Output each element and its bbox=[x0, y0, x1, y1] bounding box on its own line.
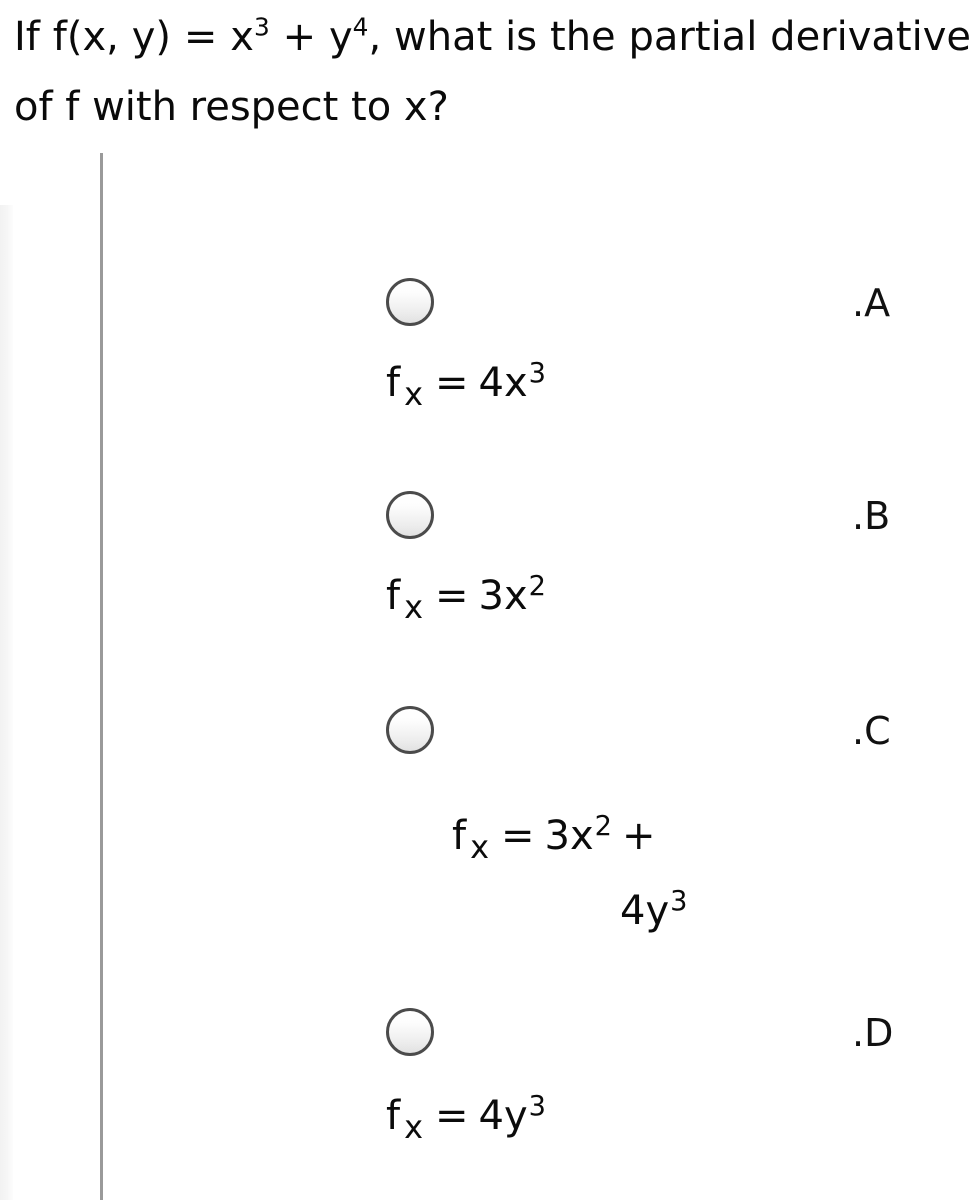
option-b-exponent: 2 bbox=[528, 570, 546, 602]
option-c-formula-line-1: f x = 3x2 + bbox=[452, 810, 666, 863]
question-page: If f(x, y) = x3 + y4, what is the partia… bbox=[0, 0, 975, 1200]
option-c-continuation-exponent: 3 bbox=[670, 885, 688, 917]
option-c-formula-line-2: 4y3 bbox=[620, 885, 687, 937]
radio-button-b[interactable] bbox=[386, 491, 434, 539]
option-d-rhs: 4y bbox=[478, 1093, 528, 1139]
option-a-lhs: f bbox=[386, 360, 401, 406]
option-a-rhs: 4x bbox=[478, 360, 528, 406]
option-c-plus: + bbox=[621, 813, 656, 859]
option-c-rhs: 3x bbox=[544, 813, 594, 859]
answer-options-list: .A f x = 4x3 .B f x = 3x2 .C f x = 3x2 + 4y3 .D fx… bbox=[0, 0, 975, 1200]
option-letter-a: .A bbox=[852, 281, 891, 325]
option-d-equals: = bbox=[435, 1093, 469, 1139]
option-c-lhs: f bbox=[452, 813, 467, 859]
option-b-lhs: f bbox=[386, 573, 401, 619]
option-b-formula: f x = 3x2 bbox=[386, 570, 546, 623]
option-c-exponent: 2 bbox=[594, 810, 612, 842]
option-b-rhs: 3x bbox=[478, 573, 528, 619]
option-d-subscript: x bbox=[404, 1108, 424, 1146]
option-a-equals: = bbox=[435, 360, 469, 406]
radio-button-d[interactable] bbox=[386, 1008, 434, 1056]
option-d-lhs: f bbox=[386, 1093, 401, 1139]
option-b-subscript: x bbox=[404, 588, 424, 626]
option-c-equals: = bbox=[501, 813, 535, 859]
option-a-formula: f x = 4x3 bbox=[386, 357, 546, 410]
option-d-formula: f x = 4y3 bbox=[386, 1090, 546, 1143]
option-c-continuation: 4y bbox=[620, 888, 670, 934]
option-a-subscript: x bbox=[404, 375, 424, 413]
option-d-exponent: 3 bbox=[528, 1090, 546, 1122]
option-letter-b: .B bbox=[852, 494, 891, 538]
radio-button-a[interactable] bbox=[386, 278, 434, 326]
option-b-equals: = bbox=[435, 573, 469, 619]
option-c-subscript: x bbox=[470, 828, 490, 866]
radio-button-c[interactable] bbox=[386, 706, 434, 754]
option-letter-c: .C bbox=[852, 709, 891, 753]
option-a-exponent: 3 bbox=[528, 357, 546, 389]
option-letter-d: .D bbox=[852, 1011, 894, 1055]
